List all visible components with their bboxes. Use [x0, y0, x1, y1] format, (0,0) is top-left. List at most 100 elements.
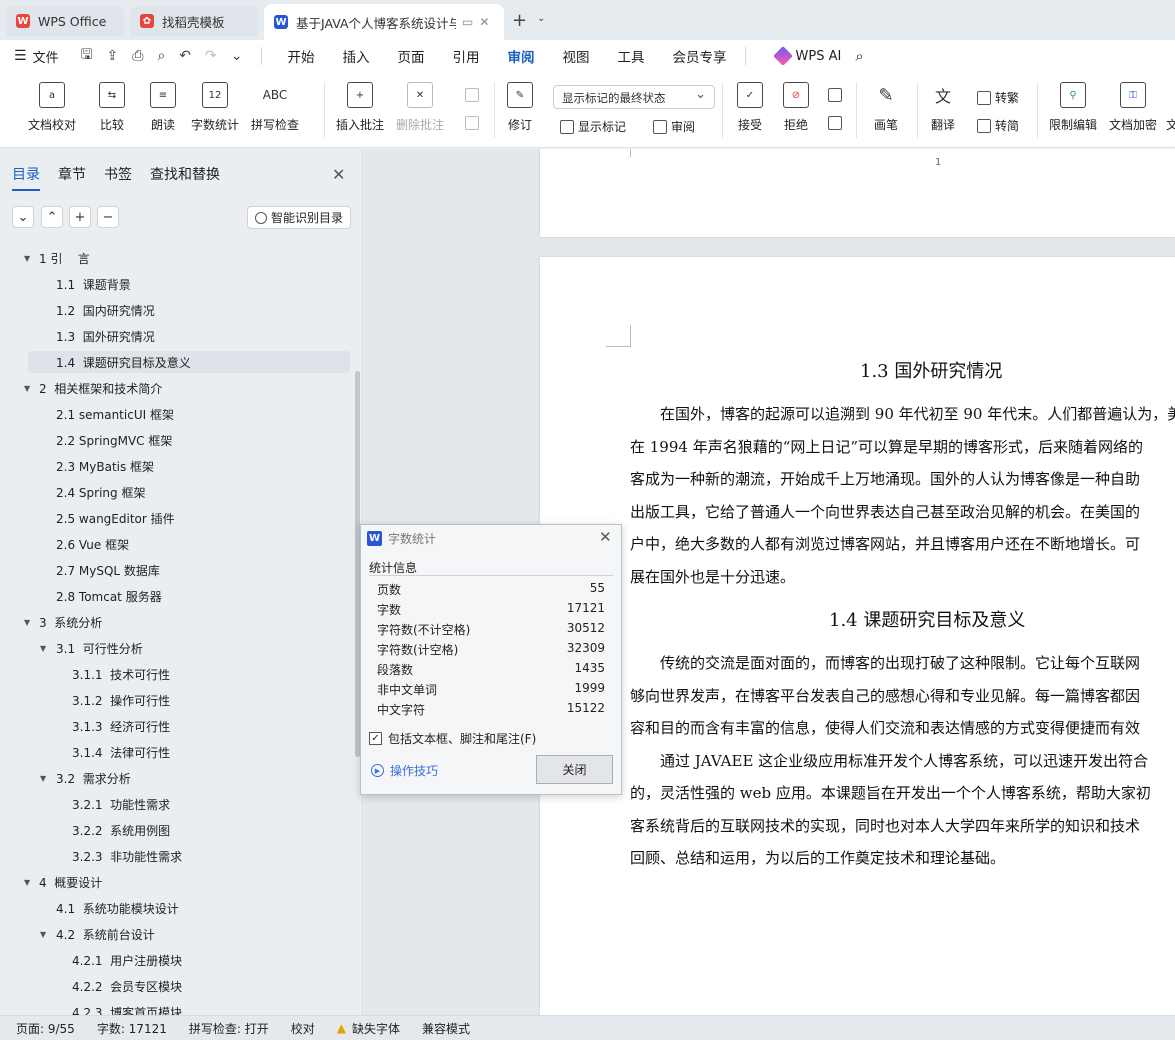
reject-button[interactable]: ⊘ 拒绝 [783, 82, 809, 133]
toc-item[interactable]: ▼ 3.1 可行性分析 [0, 637, 350, 659]
toc-item[interactable]: ▼ 4 概要设计 [0, 871, 350, 893]
more-button[interactable]: 文 [1166, 82, 1175, 133]
toc-item[interactable]: 3.1.1 技术可行性 [0, 663, 350, 685]
close-icon[interactable]: ✕ [332, 165, 345, 184]
expand-arrow-icon[interactable]: ▼ [40, 774, 46, 783]
toc-item[interactable]: 2.3 MyBatis 框架 [0, 455, 350, 477]
toc-item[interactable]: 2.2 SpringMVC 框架 [0, 429, 350, 451]
menu-insert[interactable]: 插入 [343, 46, 370, 66]
tab-wps-office[interactable]: W WPS Office [6, 6, 124, 36]
tab-toc[interactable]: 目录 [12, 164, 40, 191]
tab-template[interactable]: ✿ 找稻壳模板 [130, 6, 258, 36]
document-page[interactable]: 1 [540, 149, 1175, 237]
word-count-button[interactable]: 12 字数统计 [191, 82, 239, 133]
menu-tools[interactable]: 工具 [618, 46, 645, 66]
save-icon[interactable]: 🖫 [81, 44, 93, 68]
tab-bookmarks[interactable]: 书签 [104, 164, 132, 184]
status-proofread[interactable]: 校对 [291, 1020, 315, 1037]
encrypt-button[interactable]: ⚿ 文档加密 [1109, 82, 1157, 133]
status-spell-check[interactable]: 拼写检查: 打开 [189, 1020, 269, 1037]
expand-arrow-icon[interactable]: ▼ [40, 930, 46, 939]
share-icon[interactable]: ⇪ [107, 48, 119, 64]
previous-change-icon[interactable] [828, 88, 846, 102]
toc-item[interactable]: 3.1.2 操作可行性 [0, 689, 350, 711]
accept-button[interactable]: ✓ 接受 [737, 82, 763, 133]
close-icon[interactable]: ✕ [599, 528, 612, 546]
undo-icon[interactable]: ↶ [179, 48, 191, 64]
previous-comment-icon[interactable] [465, 88, 483, 102]
status-missing-font[interactable]: 缺失字体 [352, 1020, 400, 1037]
review-pane-button[interactable]: 审阅 [653, 118, 695, 135]
toc-item[interactable]: 4.2.1 用户注册模块 [0, 949, 350, 971]
toc-item[interactable]: 1.2 国内研究情况 [0, 299, 350, 321]
toc-item[interactable]: 2.7 MySQL 数据库 [0, 559, 350, 581]
close-button[interactable]: 关闭 [536, 755, 613, 784]
toc-item[interactable]: 2.8 Tomcat 服务器 [0, 585, 350, 607]
expand-arrow-icon[interactable]: ▼ [24, 254, 30, 263]
toc-item[interactable]: 4.1 系统功能模块设计 [0, 897, 350, 919]
collapse-up-icon[interactable]: ⌃ [41, 206, 63, 228]
menu-references[interactable]: 引用 [453, 46, 480, 66]
toc-item[interactable]: ▼ 3.2 需求分析 [0, 767, 350, 789]
menu-membership[interactable]: 会员专享 [673, 46, 727, 66]
remove-heading-icon[interactable]: − [97, 206, 119, 228]
toc-item[interactable]: ▼ 4.2 系统前台设计 [0, 923, 350, 945]
restrict-editing-button[interactable]: ⚲ 限制编辑 [1049, 82, 1097, 133]
tab-sections[interactable]: 章节 [58, 164, 86, 184]
chevron-down-icon[interactable]: ⌄ [231, 48, 243, 64]
pen-button[interactable]: ✎ 画笔 [873, 82, 899, 133]
print-icon[interactable]: ⎙ [132, 48, 143, 64]
close-tab-icon[interactable]: ✕ [479, 15, 489, 29]
toc-item[interactable]: 3.1.4 法律可行性 [0, 741, 350, 763]
next-comment-icon[interactable] [465, 116, 483, 130]
to-simplified-button[interactable]: 转简 [977, 117, 1019, 134]
toc-item[interactable]: 2.1 semanticUI 框架 [0, 403, 350, 425]
search-icon[interactable]: ⌕ [855, 47, 863, 65]
spell-check-button[interactable]: ABC 拼写检查 [251, 82, 299, 133]
tab-document[interactable]: W 基于JAVA个人博客系统设计与 ▭ ✕ [264, 4, 504, 40]
translate-button[interactable]: 文 翻译 [930, 82, 956, 133]
toc-item[interactable]: 3.2.3 非功能性需求 [0, 845, 350, 867]
toc-item[interactable]: 2.5 wangEditor 插件 [0, 507, 350, 529]
file-menu[interactable]: 文件 [33, 47, 59, 66]
toc-item[interactable]: ▼ 3 系统分析 [0, 611, 350, 633]
proofread-button[interactable]: a 文档校对 [28, 82, 76, 133]
to-traditional-button[interactable]: 转繁 [977, 89, 1019, 106]
expand-arrow-icon[interactable]: ▼ [24, 384, 30, 393]
expand-arrow-icon[interactable]: ▼ [24, 878, 30, 887]
tab-find-replace[interactable]: 查找和替换 [150, 164, 220, 184]
markup-mode-select[interactable]: 显示标记的最终状态 [553, 85, 715, 109]
track-changes-button[interactable]: ✎ 修订 [507, 82, 533, 133]
window-icon[interactable]: ▭ [462, 15, 473, 29]
toc-item[interactable]: 1.1 课题背景 [0, 273, 350, 295]
chevron-down-icon[interactable]: ⌄ [537, 13, 545, 24]
toc-item[interactable]: 1.4 课题研究目标及意义 [28, 351, 350, 373]
toc-item[interactable]: 1.3 国外研究情况 [0, 325, 350, 347]
menu-page[interactable]: 页面 [398, 46, 425, 66]
read-aloud-button[interactable]: ≡ 朗读 [150, 82, 176, 133]
toc-item[interactable]: ▼ 2 相关框架和技术简介 [0, 377, 350, 399]
toc-item[interactable]: 3.2.1 功能性需求 [0, 793, 350, 815]
toc-item[interactable]: 3.1.3 经济可行性 [0, 715, 350, 737]
collapse-down-icon[interactable]: ⌄ [12, 206, 34, 228]
menu-icon[interactable]: ☰ [14, 48, 27, 64]
toc-item[interactable]: 2.4 Spring 框架 [0, 481, 350, 503]
menu-review[interactable]: 审阅 [507, 46, 535, 75]
dialog-titlebar[interactable]: W 字数统计 [361, 525, 621, 552]
expand-arrow-icon[interactable]: ▼ [40, 644, 46, 653]
add-heading-icon[interactable]: + [69, 206, 91, 228]
status-page[interactable]: 页面: 9/55 [16, 1020, 75, 1037]
expand-arrow-icon[interactable]: ▼ [24, 618, 30, 627]
show-markup-button[interactable]: 显示标记 [560, 118, 626, 135]
include-textbox-checkbox[interactable]: ✓ 包括文本框、脚注和尾注(F) [369, 730, 536, 747]
toc-item[interactable]: ▼ 1 引 言 [0, 247, 350, 269]
menu-home[interactable]: 开始 [288, 46, 315, 66]
document-page[interactable]: 1.3 国外研究情况 在国外，博客的起源可以追溯到 90 年代初至 90 年代末… [540, 257, 1175, 1015]
compare-button[interactable]: ⇆ 比较 [99, 82, 125, 133]
delete-comment-button[interactable]: ✕ 删除批注 [396, 82, 444, 133]
wps-ai-button[interactable]: WPS AI [772, 46, 841, 66]
tips-link[interactable]: ▶ 操作技巧 [371, 762, 438, 779]
status-word-count[interactable]: 字数: 17121 [97, 1020, 167, 1037]
redo-icon[interactable]: ↷ [205, 48, 217, 64]
insert-comment-button[interactable]: + 插入批注 [336, 82, 384, 133]
